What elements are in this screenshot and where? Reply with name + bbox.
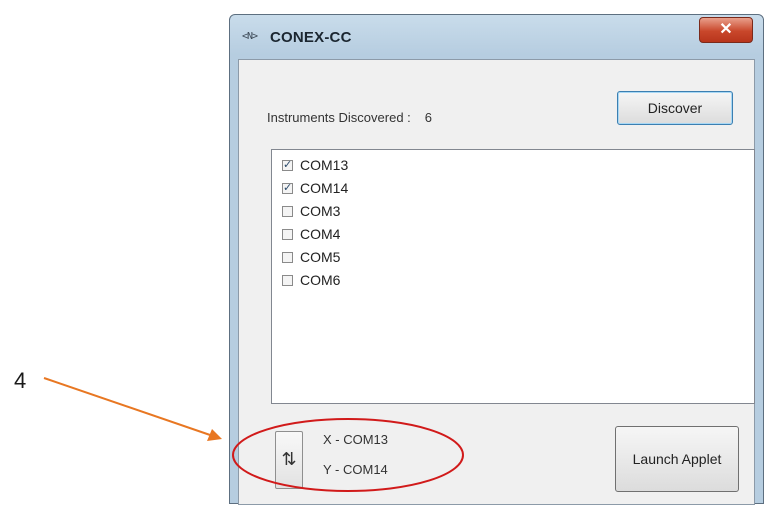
instruments-discovered-count: 6 <box>424 110 433 125</box>
instrument-list-item[interactable]: COM6 <box>282 270 340 290</box>
instrument-list-item[interactable]: ✓ COM14 <box>282 178 348 198</box>
instrument-checkbox[interactable]: ✓ <box>282 182 293 194</box>
swap-axes-button[interactable]: ⇅ <box>275 431 303 489</box>
instrument-checkbox[interactable] <box>282 274 293 286</box>
instrument-checkbox[interactable]: ✓ <box>282 159 293 171</box>
launch-applet-button[interactable]: Launch Applet <box>615 426 739 492</box>
callout-number: 4 <box>14 368 27 393</box>
instrument-checkbox[interactable] <box>282 251 293 263</box>
instrument-list[interactable]: ✓ COM13 ✓ COM14 COM3 COM4 COM5 COM6 <box>271 149 755 404</box>
instrument-list-item[interactable]: COM5 <box>282 247 340 267</box>
y-axis-assignment: Y - COM14 <box>323 462 388 477</box>
swap-arrows-icon: ⇅ <box>281 449 297 469</box>
close-button[interactable]: ✕ <box>699 17 753 43</box>
instrument-checkbox[interactable] <box>282 205 293 217</box>
instrument-list-item[interactable]: ✓ COM13 <box>282 155 348 175</box>
instrument-list-item[interactable]: COM3 <box>282 201 340 221</box>
x-axis-assignment: X - COM13 <box>323 432 389 447</box>
close-icon: ✕ <box>719 21 733 38</box>
instrument-port-label: COM13 <box>300 157 349 173</box>
instrument-port-label: COM14 <box>300 180 349 196</box>
app-icon: <N> <box>242 31 258 42</box>
instrument-list-item[interactable]: COM4 <box>282 224 340 244</box>
instrument-checkbox[interactable] <box>282 228 293 240</box>
title-bar[interactable]: <N> CONEX-CC ✕ <box>230 15 763 59</box>
window-client-area: Instruments Discovered : 6 Discover ✓ COM1… <box>238 59 755 505</box>
instrument-port-label: COM3 <box>300 203 341 219</box>
conex-cc-window: <N> CONEX-CC ✕ Instruments Discovered : 6… <box>229 14 764 505</box>
instruments-discovered-text: Instruments Discovered : <box>267 110 411 125</box>
instrument-port-label: COM4 <box>300 226 341 242</box>
discover-button[interactable]: Discover <box>617 91 733 125</box>
instruments-discovered-label: Instruments Discovered : 6 <box>267 110 432 125</box>
instrument-port-label: COM6 <box>300 272 341 288</box>
window-title: CONEX-CC <box>270 29 352 46</box>
instrument-port-label: COM5 <box>300 249 341 265</box>
